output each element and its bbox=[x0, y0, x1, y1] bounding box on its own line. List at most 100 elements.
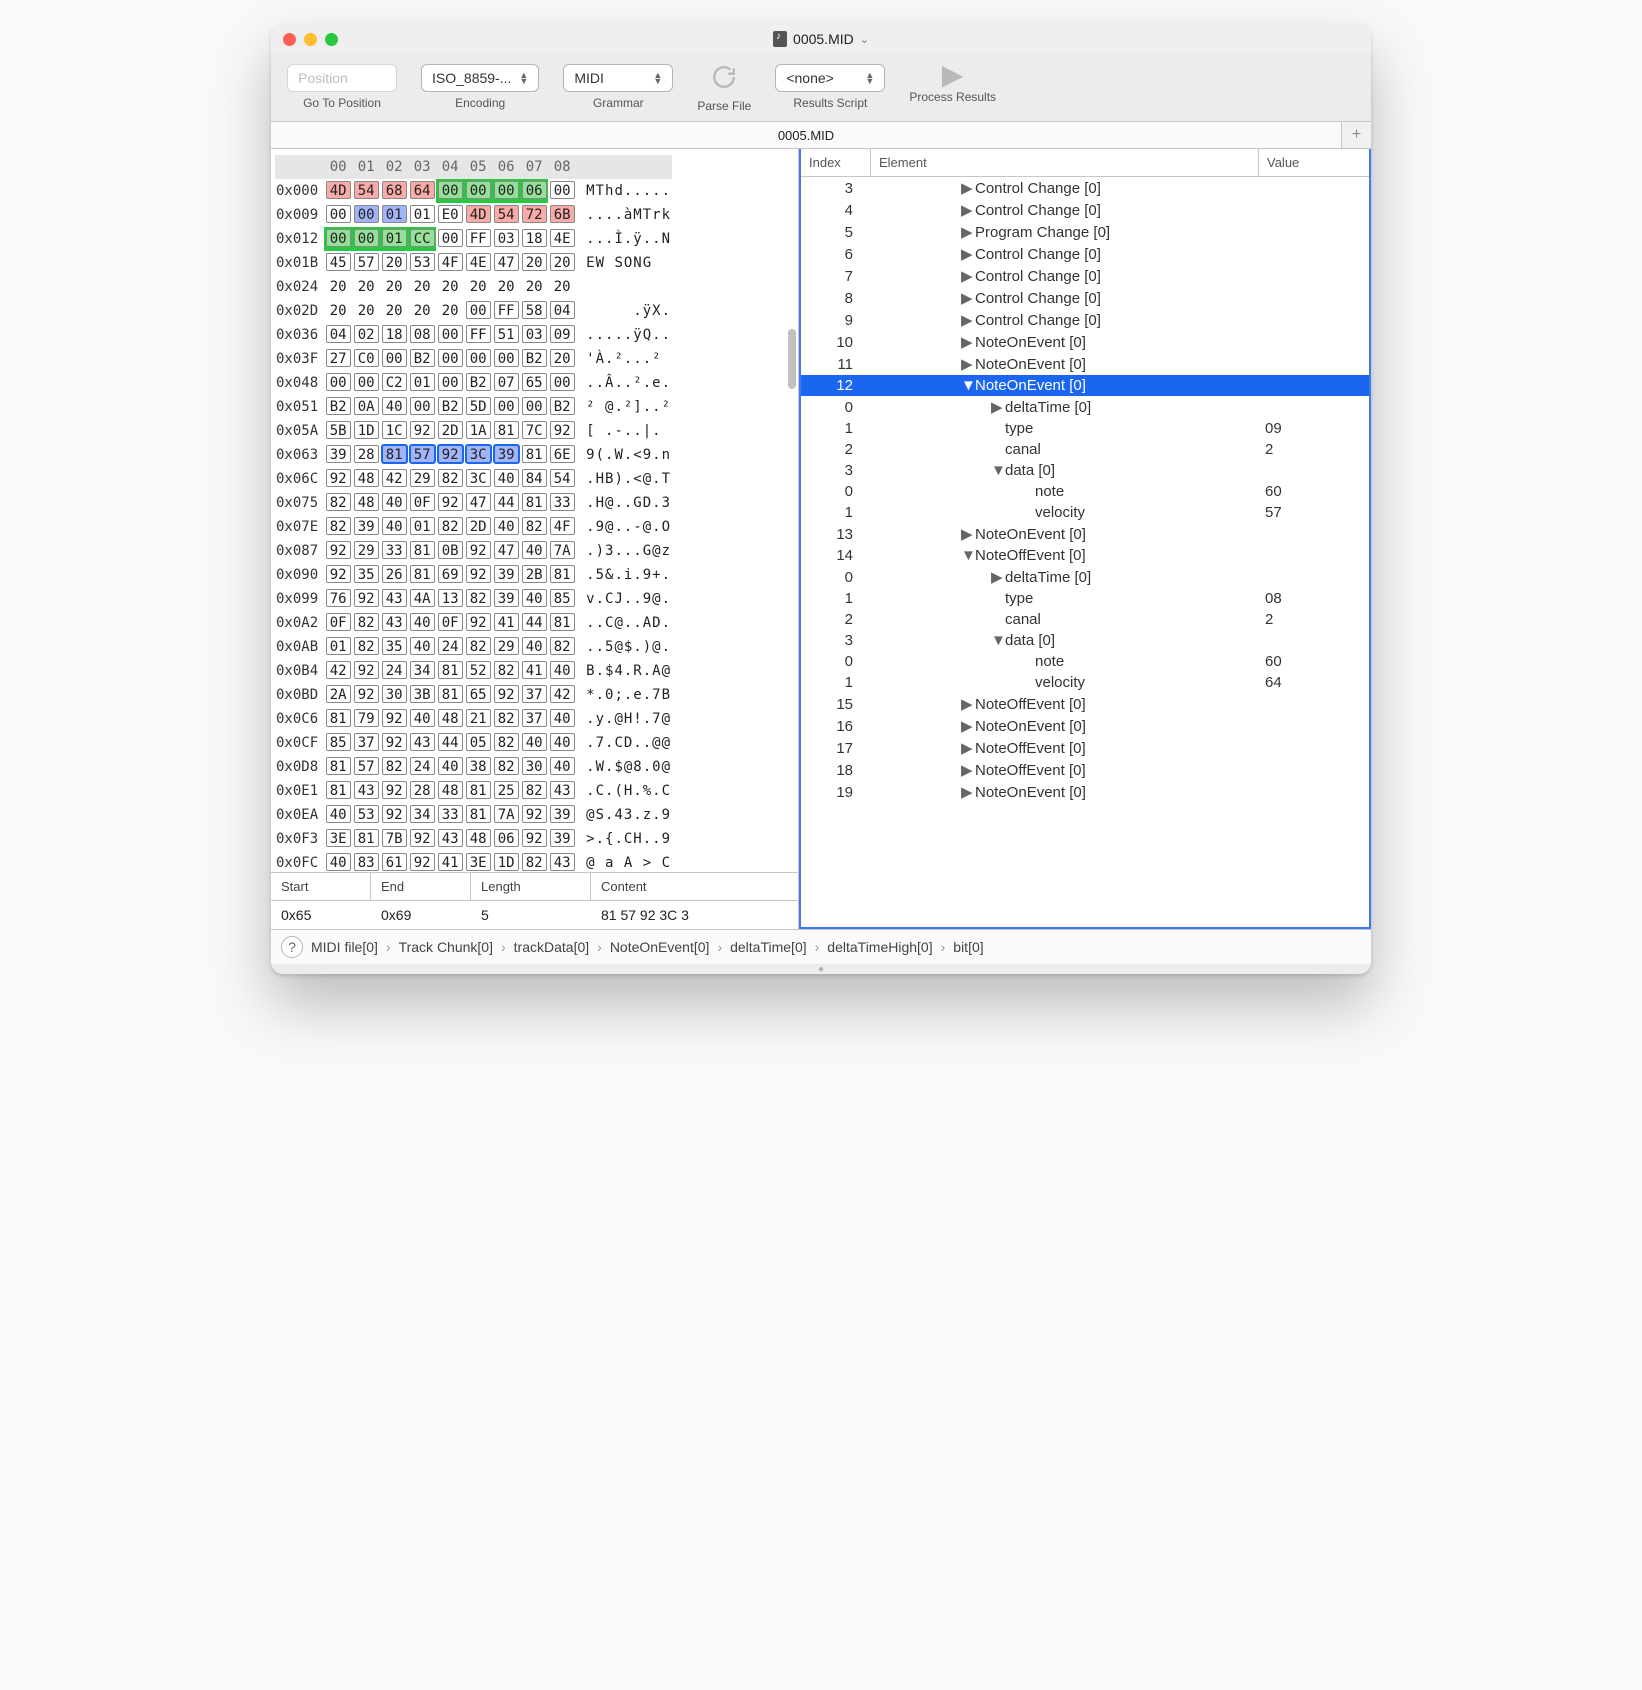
hex-byte[interactable]: 81 bbox=[548, 611, 576, 635]
disclosure-icon[interactable]: ▶ bbox=[961, 179, 971, 197]
hex-byte[interactable]: 45 bbox=[324, 251, 352, 275]
hex-byte[interactable]: 48 bbox=[464, 827, 492, 851]
hex-byte[interactable]: 40 bbox=[324, 851, 352, 872]
hex-byte[interactable]: 92 bbox=[464, 539, 492, 563]
hex-byte[interactable]: 42 bbox=[380, 467, 408, 491]
hex-byte[interactable]: 18 bbox=[380, 323, 408, 347]
hex-byte[interactable]: 05 bbox=[464, 731, 492, 755]
hex-byte[interactable]: 2A bbox=[324, 683, 352, 707]
hex-byte[interactable]: 92 bbox=[408, 851, 436, 872]
hex-byte[interactable]: 40 bbox=[380, 491, 408, 515]
hex-byte[interactable]: 81 bbox=[548, 563, 576, 587]
hex-byte[interactable]: 00 bbox=[380, 347, 408, 371]
hex-byte[interactable]: 92 bbox=[380, 779, 408, 803]
hex-byte[interactable]: 82 bbox=[464, 587, 492, 611]
hex-byte[interactable]: 29 bbox=[352, 539, 380, 563]
tree-row[interactable]: 1velocity64 bbox=[801, 672, 1369, 693]
parse-icon[interactable] bbox=[711, 64, 737, 95]
hex-byte[interactable]: 1A bbox=[464, 419, 492, 443]
hex-byte[interactable]: 03 bbox=[520, 323, 548, 347]
hex-byte[interactable]: 4D bbox=[324, 179, 352, 203]
disclosure-icon[interactable]: ▼ bbox=[961, 377, 971, 394]
th-value[interactable]: Value bbox=[1259, 149, 1369, 176]
hex-byte[interactable]: 81 bbox=[436, 659, 464, 683]
hex-byte[interactable]: 81 bbox=[324, 707, 352, 731]
tree-row[interactable]: 0note60 bbox=[801, 651, 1369, 672]
disclosure-icon[interactable]: ▶ bbox=[991, 398, 1001, 416]
hex-byte[interactable]: 43 bbox=[436, 827, 464, 851]
hex-byte[interactable]: 2D bbox=[464, 515, 492, 539]
hex-byte[interactable]: 92 bbox=[464, 563, 492, 587]
hex-byte[interactable]: 82 bbox=[436, 515, 464, 539]
hex-view[interactable]: 0001020304050607080x0004D546864000000060… bbox=[271, 149, 798, 872]
disclosure-icon[interactable]: ▶ bbox=[961, 201, 971, 219]
hex-byte[interactable]: 40 bbox=[520, 539, 548, 563]
hex-byte[interactable]: C2 bbox=[380, 371, 408, 395]
disclosure-icon[interactable]: ▼ bbox=[961, 547, 971, 564]
hex-byte[interactable]: 00 bbox=[492, 347, 520, 371]
hex-byte[interactable]: 43 bbox=[548, 779, 576, 803]
hex-byte[interactable]: 27 bbox=[324, 347, 352, 371]
hex-byte[interactable]: 40 bbox=[408, 611, 436, 635]
hex-byte[interactable]: 43 bbox=[352, 779, 380, 803]
hex-byte[interactable]: 92 bbox=[352, 683, 380, 707]
hex-byte[interactable]: 33 bbox=[380, 539, 408, 563]
hex-byte[interactable]: 01 bbox=[324, 635, 352, 659]
breadcrumb[interactable]: deltaTimeHigh[0] bbox=[827, 939, 932, 955]
play-icon[interactable]: ▶ bbox=[942, 64, 964, 86]
hex-byte[interactable]: 54 bbox=[492, 203, 520, 227]
hex-byte[interactable]: 3B bbox=[408, 683, 436, 707]
chevron-down-icon[interactable]: ⌄ bbox=[860, 33, 869, 46]
hex-byte[interactable]: 00 bbox=[352, 227, 380, 251]
hex-byte[interactable]: 82 bbox=[324, 491, 352, 515]
hex-byte[interactable]: 40 bbox=[380, 395, 408, 419]
disclosure-icon[interactable]: ▼ bbox=[991, 462, 1001, 479]
hex-byte[interactable]: 06 bbox=[492, 827, 520, 851]
hex-byte[interactable]: 57 bbox=[408, 443, 436, 467]
tree-row[interactable]: 1type08 bbox=[801, 588, 1369, 609]
tree-row[interactable]: 0note60 bbox=[801, 481, 1369, 502]
hex-byte[interactable]: 01 bbox=[408, 515, 436, 539]
hex-byte[interactable]: 81 bbox=[520, 443, 548, 467]
hex-byte[interactable]: 82 bbox=[520, 515, 548, 539]
hex-byte[interactable]: 81 bbox=[464, 779, 492, 803]
hex-byte[interactable]: 00 bbox=[352, 371, 380, 395]
hex-byte[interactable]: 00 bbox=[548, 179, 576, 203]
hex-byte[interactable]: 61 bbox=[380, 851, 408, 872]
hex-byte[interactable]: 53 bbox=[408, 251, 436, 275]
tree-row[interactable]: 6▶Control Change [0] bbox=[801, 243, 1369, 265]
hex-byte[interactable]: 35 bbox=[352, 563, 380, 587]
hex-byte[interactable]: 4F bbox=[548, 515, 576, 539]
hex-byte[interactable]: 43 bbox=[380, 611, 408, 635]
disclosure-icon[interactable]: ▶ bbox=[961, 245, 971, 263]
hex-byte[interactable]: 09 bbox=[548, 323, 576, 347]
tree-body[interactable]: 3▶Control Change [0]4▶Control Change [0]… bbox=[801, 177, 1369, 927]
hex-byte[interactable]: 53 bbox=[352, 803, 380, 827]
hex-byte[interactable]: 48 bbox=[436, 779, 464, 803]
hex-byte[interactable]: 37 bbox=[520, 707, 548, 731]
hex-byte[interactable]: 20 bbox=[352, 275, 380, 299]
hex-byte[interactable]: 33 bbox=[436, 803, 464, 827]
hex-byte[interactable]: 02 bbox=[352, 323, 380, 347]
th-element[interactable]: Element bbox=[871, 149, 1259, 176]
hex-byte[interactable]: 6B bbox=[548, 203, 576, 227]
hex-byte[interactable]: 92 bbox=[352, 659, 380, 683]
hex-byte[interactable]: 20 bbox=[324, 299, 352, 323]
hex-byte[interactable]: 39 bbox=[548, 803, 576, 827]
hex-byte[interactable]: 42 bbox=[548, 683, 576, 707]
hex-byte[interactable]: 40 bbox=[324, 803, 352, 827]
hex-byte[interactable]: 81 bbox=[324, 779, 352, 803]
hex-byte[interactable]: B2 bbox=[464, 371, 492, 395]
hex-byte[interactable]: 06 bbox=[520, 179, 548, 203]
hex-byte[interactable]: 28 bbox=[352, 443, 380, 467]
hex-byte[interactable]: 20 bbox=[548, 275, 576, 299]
hex-byte[interactable]: 00 bbox=[492, 395, 520, 419]
hex-byte[interactable]: 92 bbox=[520, 827, 548, 851]
hex-byte[interactable]: 0F bbox=[436, 611, 464, 635]
hex-byte[interactable]: 44 bbox=[436, 731, 464, 755]
hex-byte[interactable]: 34 bbox=[408, 803, 436, 827]
hex-byte[interactable]: 81 bbox=[380, 443, 408, 467]
hex-byte[interactable]: 4D bbox=[464, 203, 492, 227]
hex-byte[interactable]: 40 bbox=[408, 635, 436, 659]
hex-byte[interactable]: 48 bbox=[352, 467, 380, 491]
